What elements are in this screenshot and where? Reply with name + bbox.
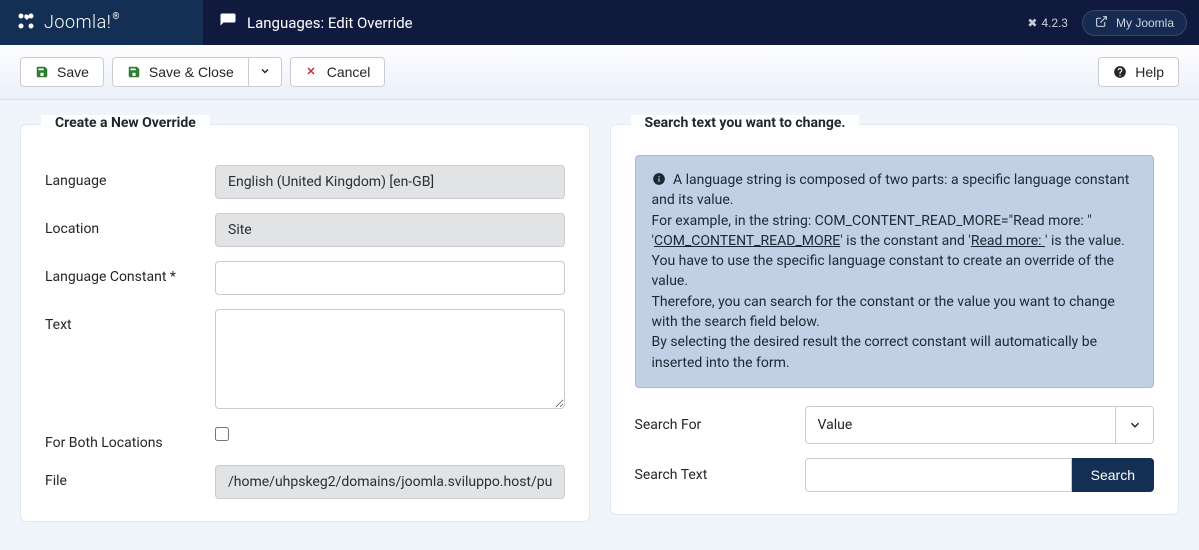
my-joomla-button[interactable]: My Joomla <box>1082 10 1187 36</box>
info-box: A language string is composed of two par… <box>635 155 1155 388</box>
language-field <box>215 165 565 199</box>
search-button[interactable]: Search <box>1072 458 1154 492</box>
text-label: Text <box>45 309 215 333</box>
language-label: Language <box>45 165 215 189</box>
text-textarea[interactable] <box>215 309 565 409</box>
save-icon <box>127 65 141 79</box>
comments-icon <box>219 12 237 34</box>
constant-label: Language Constant * <box>45 261 215 285</box>
search-text-label: Search Text <box>635 467 805 483</box>
both-label: For Both Locations <box>45 427 215 451</box>
cancel-button[interactable]: Cancel <box>290 57 386 87</box>
chevron-down-icon <box>1115 407 1153 443</box>
constant-input[interactable] <box>215 261 565 295</box>
search-text-input[interactable] <box>805 458 1072 492</box>
save-button[interactable]: Save <box>20 57 104 87</box>
brand-trademark: ® <box>112 12 119 22</box>
page-title: Languages: Edit Override <box>247 14 413 32</box>
version-label: ✖4.2.3 <box>1027 16 1068 30</box>
save-close-button[interactable]: Save & Close <box>112 57 249 87</box>
location-label: Location <box>45 213 215 237</box>
left-legend: Create a New Override <box>41 115 210 131</box>
joomla-logo-icon <box>16 11 36 35</box>
create-override-panel: Create a New Override Language Location … <box>20 124 590 522</box>
info-icon <box>652 172 669 188</box>
close-icon <box>305 65 319 79</box>
both-locations-checkbox[interactable] <box>215 427 229 441</box>
file-label: File <box>45 465 215 489</box>
save-close-dropdown-toggle[interactable] <box>249 57 282 87</box>
location-field <box>215 213 565 247</box>
file-field <box>215 465 565 499</box>
brand-area[interactable]: Joomla! ® <box>0 0 203 45</box>
joomla-mini-icon: ✖ <box>1027 16 1037 30</box>
search-panel: Search text you want to change. A langua… <box>610 124 1180 515</box>
brand-name: Joomla! <box>44 12 111 33</box>
right-legend: Search text you want to change. <box>631 115 860 131</box>
search-for-select[interactable]: Value <box>805 406 1155 444</box>
save-icon <box>35 65 49 79</box>
question-icon <box>1113 65 1127 79</box>
chevron-down-icon <box>259 64 271 80</box>
help-button[interactable]: Help <box>1098 57 1179 87</box>
external-link-icon <box>1095 15 1108 31</box>
search-for-label: Search For <box>635 417 805 433</box>
